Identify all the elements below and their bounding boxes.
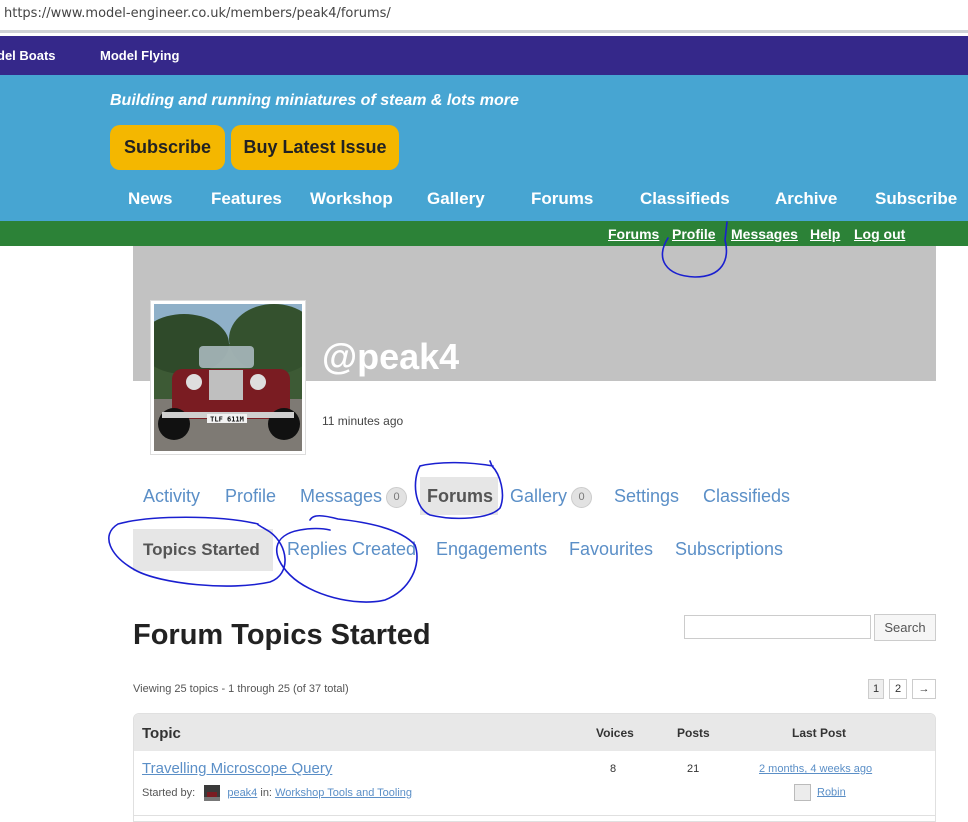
in-label: in: bbox=[260, 786, 272, 799]
search-input[interactable] bbox=[684, 615, 871, 639]
results-count: Viewing 25 topics - 1 through 25 (of 37 … bbox=[133, 683, 349, 695]
page-2-button[interactable]: 2 bbox=[889, 679, 907, 699]
next-page-button[interactable]: → bbox=[912, 679, 936, 699]
last-post-author[interactable]: Robin bbox=[794, 784, 846, 801]
posts-count: 21 bbox=[687, 763, 700, 775]
search-button[interactable]: Search bbox=[874, 614, 936, 641]
voices-count: 8 bbox=[610, 763, 617, 775]
nav-features[interactable]: Features bbox=[211, 189, 282, 209]
nav-classifieds[interactable]: Classifieds bbox=[640, 189, 730, 209]
author-avatar-icon bbox=[204, 785, 221, 801]
subtab-favourites[interactable]: Favourites bbox=[569, 539, 653, 560]
user-nav: Forums Profile Messages Help Log out bbox=[0, 221, 968, 246]
tab-gallery[interactable]: Gallery 0 bbox=[510, 486, 593, 508]
started-by-label: Started by: bbox=[142, 786, 196, 799]
page-title: Forum Topics Started bbox=[133, 619, 431, 651]
table-header: Topic Voices Posts Last Post bbox=[134, 714, 935, 751]
address-bar[interactable]: https://www.model-engineer.co.uk/members… bbox=[0, 0, 968, 33]
nav-model-boats[interactable]: del Boats bbox=[0, 48, 56, 63]
nav-subscribe[interactable]: Subscribe bbox=[875, 189, 957, 209]
user-nav-messages[interactable]: Messages bbox=[731, 226, 798, 242]
site-network-nav: del Boats Model Flying bbox=[0, 36, 968, 75]
topic-meta: Started by: peak4 in: Workshop Tools and… bbox=[142, 785, 412, 801]
tab-forums[interactable]: Forums bbox=[427, 486, 493, 507]
nav-news[interactable]: News bbox=[128, 189, 172, 209]
page-1-button[interactable]: 1 bbox=[868, 679, 884, 699]
header-topic: Topic bbox=[142, 725, 181, 742]
tab-settings[interactable]: Settings bbox=[614, 486, 679, 507]
tab-messages-label: Messages bbox=[300, 486, 383, 506]
user-nav-help[interactable]: Help bbox=[810, 226, 840, 242]
url-text: https://www.model-engineer.co.uk/members… bbox=[4, 6, 391, 21]
nav-gallery[interactable]: Gallery bbox=[427, 189, 485, 209]
row-divider bbox=[134, 815, 935, 816]
author-link[interactable]: peak4 bbox=[227, 787, 257, 799]
nav-workshop[interactable]: Workshop bbox=[310, 189, 393, 209]
subscribe-button[interactable]: Subscribe bbox=[110, 125, 225, 170]
nav-forums[interactable]: Forums bbox=[531, 189, 593, 209]
messages-count-badge: 0 bbox=[386, 486, 408, 508]
topics-table: Topic Voices Posts Last Post Travelling … bbox=[133, 713, 936, 822]
profile-handle: @peak4 bbox=[322, 336, 460, 377]
buy-latest-issue-button[interactable]: Buy Latest Issue bbox=[231, 125, 399, 170]
topic-title-link[interactable]: Travelling Microscope Query bbox=[142, 760, 332, 777]
number-plate: TLF 611M bbox=[210, 416, 244, 424]
subtab-engagements[interactable]: Engagements bbox=[436, 539, 547, 560]
tab-activity[interactable]: Activity bbox=[143, 486, 200, 507]
header-posts: Posts bbox=[677, 726, 710, 740]
subtab-replies-created[interactable]: Replies Created bbox=[287, 539, 416, 560]
avatar[interactable]: TLF 611M bbox=[150, 300, 306, 455]
tab-classifieds[interactable]: Classifieds bbox=[703, 486, 790, 507]
header-last-post: Last Post bbox=[792, 726, 847, 740]
user-nav-profile[interactable]: Profile bbox=[672, 226, 716, 242]
last-active-time: 11 minutes ago bbox=[322, 414, 404, 428]
tab-messages[interactable]: Messages 0 bbox=[300, 486, 408, 508]
gallery-count-badge: 0 bbox=[571, 486, 593, 508]
user-nav-forums[interactable]: Forums bbox=[608, 226, 659, 242]
site-tagline: Building and running miniatures of steam… bbox=[110, 92, 519, 109]
tab-profile[interactable]: Profile bbox=[225, 486, 276, 507]
avatar-car-image: TLF 611M bbox=[154, 304, 302, 451]
user-nav-logout[interactable]: Log out bbox=[854, 226, 905, 242]
last-post-link[interactable]: 2 months, 4 weeks ago bbox=[759, 763, 872, 775]
user-placeholder-icon bbox=[794, 784, 811, 801]
tab-gallery-label: Gallery bbox=[510, 486, 568, 506]
forum-link[interactable]: Workshop Tools and Tooling bbox=[275, 787, 412, 799]
subtab-topics-started[interactable]: Topics Started bbox=[143, 540, 260, 560]
nav-archive[interactable]: Archive bbox=[775, 189, 837, 209]
site-header: Building and running miniatures of steam… bbox=[0, 75, 968, 221]
nav-model-flying[interactable]: Model Flying bbox=[100, 48, 179, 63]
header-voices: Voices bbox=[596, 726, 634, 740]
page-root: https://www.model-engineer.co.uk/members… bbox=[0, 0, 968, 822]
last-post-author-name: Robin bbox=[817, 786, 846, 799]
subtab-subscriptions[interactable]: Subscriptions bbox=[675, 539, 783, 560]
